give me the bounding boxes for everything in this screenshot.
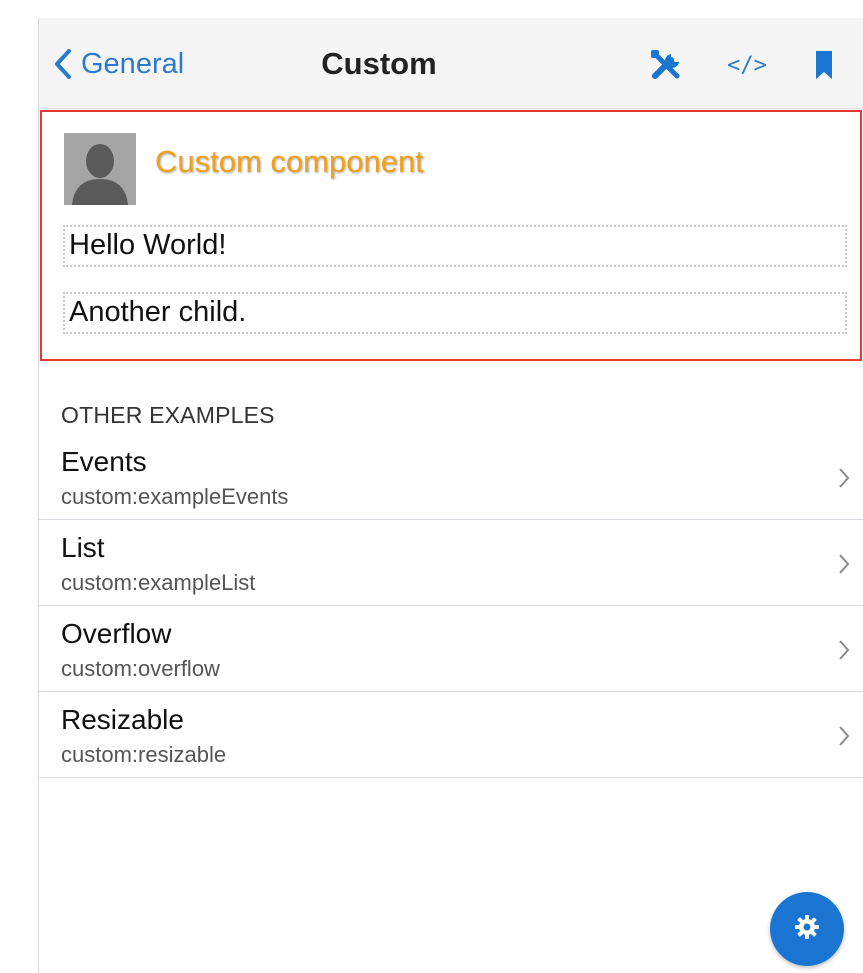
chevron-left-icon xyxy=(53,48,73,80)
code-icon[interactable]: </> xyxy=(727,48,767,82)
settings-fab-button[interactable] xyxy=(770,892,844,966)
section-title: OTHER EXAMPLES xyxy=(61,402,275,428)
avatar xyxy=(64,133,136,205)
chevron-right-icon xyxy=(838,725,850,752)
list-item-title: Events xyxy=(61,446,147,477)
list-item-events[interactable]: Events custom:exampleEvents xyxy=(39,434,863,520)
component-title: Custom component xyxy=(155,144,424,179)
bookmark-icon[interactable] xyxy=(809,48,839,82)
chevron-right-icon xyxy=(838,639,850,666)
header-bar: General Custom </> xyxy=(39,18,863,109)
back-button[interactable]: General xyxy=(53,44,184,84)
list-item-subtitle: custom:overflow xyxy=(61,656,220,681)
list-item-title: Resizable xyxy=(61,704,184,735)
child-item: Another child. xyxy=(63,292,847,334)
examples-list: Events custom:exampleEvents List custom:… xyxy=(39,434,863,778)
custom-component-panel: Custom component Hello World! Another ch… xyxy=(40,110,862,361)
list-item-subtitle: custom:resizable xyxy=(61,742,227,767)
list-item-title: List xyxy=(61,532,105,563)
list-item-subtitle: custom:exampleEvents xyxy=(61,484,289,509)
list-item-title: Overflow xyxy=(61,618,172,649)
list-item-subtitle: custom:exampleList xyxy=(61,570,256,595)
gear-icon xyxy=(794,914,820,945)
back-label: General xyxy=(81,47,185,80)
app-frame: General Custom </> Custom component Hell… xyxy=(38,18,863,973)
chevron-right-icon xyxy=(838,467,850,494)
chevron-right-icon xyxy=(838,553,850,580)
page-title: Custom xyxy=(321,46,437,81)
child-item: Hello World! xyxy=(63,225,847,267)
list-item-resizable[interactable]: Resizable custom:resizable xyxy=(39,692,863,778)
list-item-overflow[interactable]: Overflow custom:overflow xyxy=(39,606,863,692)
list-item-list[interactable]: List custom:exampleList xyxy=(39,520,863,606)
tools-icon[interactable] xyxy=(647,48,687,82)
